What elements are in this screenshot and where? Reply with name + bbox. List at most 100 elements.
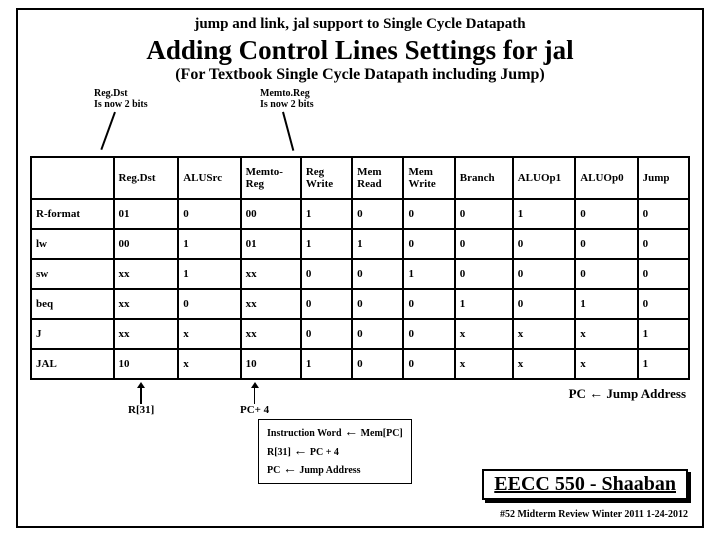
cell: 0 (403, 229, 454, 259)
cell: 1 (178, 259, 240, 289)
cell: x (178, 349, 240, 379)
cell: 10 (114, 349, 179, 379)
arrow-left-icon: ← (293, 443, 307, 461)
cell: 0 (455, 229, 513, 259)
note-memtoreg-l1: Memto.Reg (260, 88, 310, 99)
row-name: lw (31, 229, 114, 259)
cell: 1 (301, 349, 352, 379)
cell: xx (241, 259, 301, 289)
cell: 0 (352, 289, 403, 319)
table-row: Jxxxxx000xxx1 (31, 319, 689, 349)
pointer-line (282, 112, 294, 151)
cell: 0 (575, 229, 637, 259)
cell: 1 (638, 349, 689, 379)
cell: 0 (638, 229, 689, 259)
cell: xx (114, 259, 179, 289)
cell: 00 (241, 199, 301, 229)
note-memtoreg: Memto.Reg Is now 2 bits (260, 88, 314, 110)
cell: x (513, 349, 575, 379)
th: Branch (455, 157, 513, 199)
table-row: JAL10x10100xxx1 (31, 349, 689, 379)
instr-line: Instruction Word ← Mem[PC] (267, 424, 403, 442)
cell: x (513, 319, 575, 349)
row-name: sw (31, 259, 114, 289)
subtitle-2: (For Textbook Single Cycle Datapath incl… (30, 66, 690, 84)
cell: 0 (638, 199, 689, 229)
pc-text: PC (569, 386, 586, 401)
cell: 0 (178, 289, 240, 319)
course-title-box: EECC 550 - Shaaban (482, 469, 688, 500)
cell: xx (114, 289, 179, 319)
cell: x (455, 319, 513, 349)
pointer-line (100, 112, 115, 150)
cell: xx (114, 319, 179, 349)
below-table-annotations: R[31] PC+ 4 PC ← Jump Address (30, 382, 690, 412)
subtitle-top: jump and link, jal support to Single Cyc… (30, 16, 690, 33)
cell: 0 (178, 199, 240, 229)
cell: 1 (403, 259, 454, 289)
instr-label: Mem[PC] (361, 428, 403, 439)
arrow-left-icon: ← (589, 387, 603, 403)
cell: 0 (352, 199, 403, 229)
cell: 0 (301, 319, 352, 349)
th: Jump (638, 157, 689, 199)
table-row: R-format010001000100 (31, 199, 689, 229)
table-row: beqxx0xx0001010 (31, 289, 689, 319)
th: ALUOp0 (575, 157, 637, 199)
th: Mem Write (403, 157, 454, 199)
cell: 1 (301, 199, 352, 229)
th: Reg.Dst (114, 157, 179, 199)
control-table: Reg.Dst ALUSrc Memto-Reg Reg Write Mem R… (30, 156, 690, 380)
arrow-up-icon: PC+ 4 (240, 382, 269, 416)
cell: 0 (638, 259, 689, 289)
label-pc4: PC+ 4 (240, 404, 269, 416)
label-r31: R[31] (128, 404, 154, 416)
cell: 0 (403, 289, 454, 319)
cell: 01 (241, 229, 301, 259)
cell: 0 (575, 259, 637, 289)
cell: x (575, 319, 637, 349)
cell: x (575, 349, 637, 379)
cell: 0 (301, 259, 352, 289)
note-regdst-l1: Reg.Dst (94, 88, 128, 99)
cell: 1 (178, 229, 240, 259)
instruction-box: Instruction Word ← Mem[PC] R[31] ← PC + … (258, 419, 412, 484)
th: Mem Read (352, 157, 403, 199)
cell: 1 (301, 229, 352, 259)
cell: 0 (352, 259, 403, 289)
instr-label: PC + 4 (310, 447, 339, 458)
cell: x (178, 319, 240, 349)
cell: 01 (114, 199, 179, 229)
pc-jump-label: PC ← Jump Address (569, 386, 686, 403)
cell: 0 (513, 229, 575, 259)
instr-label: Instruction Word (267, 428, 342, 439)
cell: 00 (114, 229, 179, 259)
cell: 0 (301, 289, 352, 319)
footer-text: #52 Midterm Review Winter 2011 1-24-2012 (500, 509, 688, 520)
th (31, 157, 114, 199)
cell: 0 (352, 349, 403, 379)
note-regdst-l2: Is now 2 bits (94, 99, 148, 110)
cell: 0 (455, 259, 513, 289)
th: ALUOp1 (513, 157, 575, 199)
jump-address-text: Jump Address (606, 386, 686, 401)
instr-line: PC ← Jump Address (267, 461, 403, 479)
cell: 0 (403, 349, 454, 379)
cell: xx (241, 289, 301, 319)
cell: 0 (455, 199, 513, 229)
th: Reg Write (301, 157, 352, 199)
row-name: JAL (31, 349, 114, 379)
cell: 10 (241, 349, 301, 379)
page-title: Adding Control Lines Settings for jal (30, 35, 690, 66)
note-memtoreg-l2: Is now 2 bits (260, 99, 314, 110)
arrow-up-icon: R[31] (128, 382, 154, 416)
instr-label: R[31] (267, 447, 291, 458)
row-name: beq (31, 289, 114, 319)
table-row: swxx1xx0010000 (31, 259, 689, 289)
cell: 1 (638, 319, 689, 349)
instr-line: R[31] ← PC + 4 (267, 443, 403, 461)
cell: 0 (403, 319, 454, 349)
row-name: J (31, 319, 114, 349)
cell: 0 (638, 289, 689, 319)
table-row: lw001011100000 (31, 229, 689, 259)
